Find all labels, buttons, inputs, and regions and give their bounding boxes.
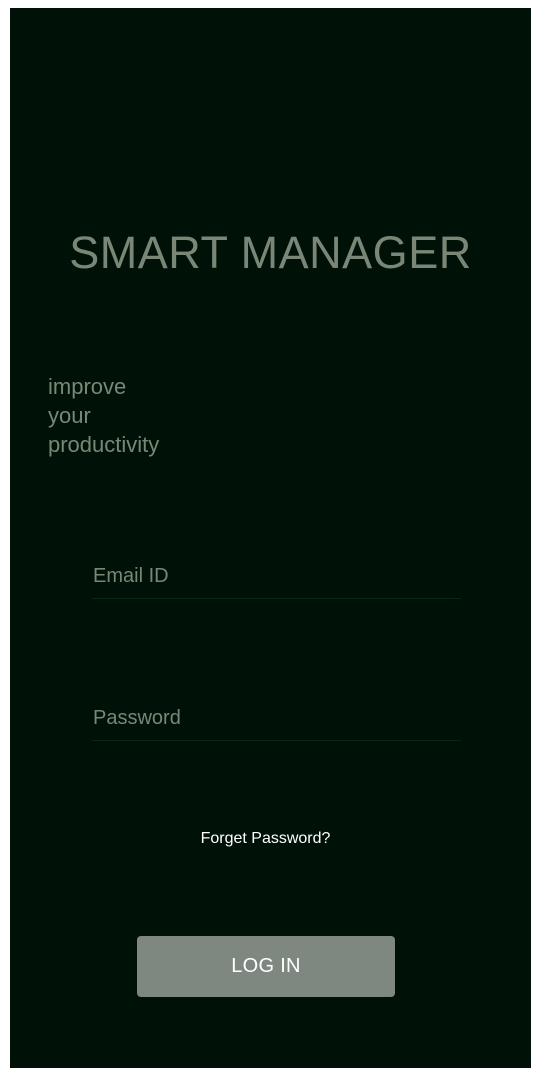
tagline: improve your productivity <box>48 372 159 459</box>
email-field[interactable] <box>92 559 461 599</box>
app-title: SMART MANAGER <box>69 227 472 278</box>
tagline-line: your <box>48 403 91 428</box>
login-button[interactable]: LOG IN <box>137 936 395 997</box>
login-screen: SMART MANAGER improve your productivity <box>10 8 531 1068</box>
password-field[interactable] <box>92 701 461 741</box>
tagline-line: productivity <box>48 432 160 457</box>
forget-password-link[interactable]: Forget Password? <box>0 829 531 849</box>
tagline-line: improve <box>48 374 127 399</box>
